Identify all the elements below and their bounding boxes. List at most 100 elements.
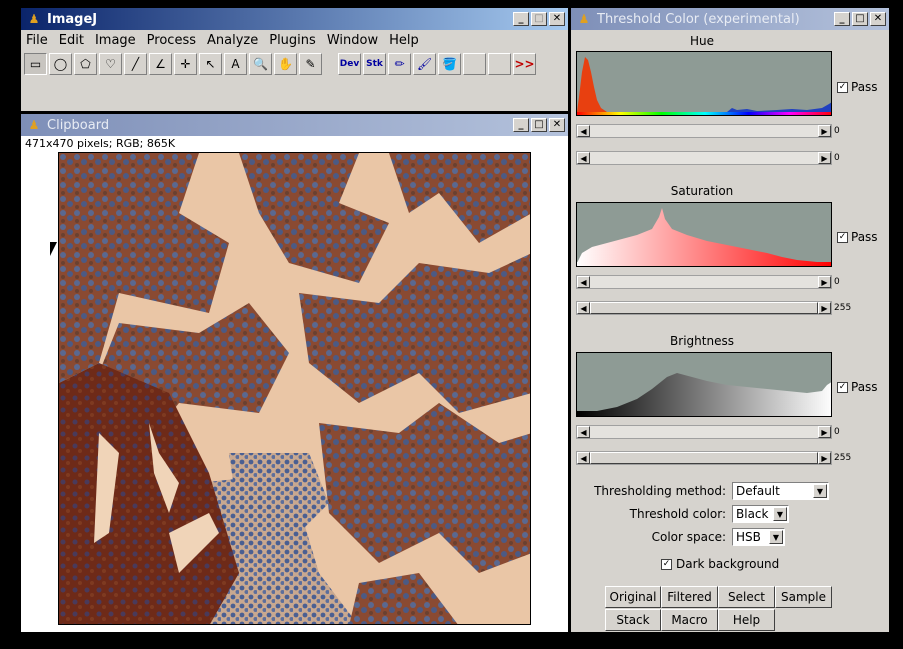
- minimize-button[interactable]: _: [513, 12, 529, 26]
- image-info: 471x470 pixels; RGB; 865K: [25, 137, 176, 150]
- menu-help[interactable]: Help: [384, 33, 425, 48]
- clipboard-close-button[interactable]: ✕: [549, 118, 565, 132]
- dark-background-checkbox[interactable]: ✓ Dark background: [661, 557, 779, 571]
- clipboard-maximize-button[interactable]: □: [531, 118, 547, 132]
- brightness-label: Brightness: [670, 334, 734, 348]
- clipboard-titlebar[interactable]: ♟ Clipboard _ □ ✕: [21, 114, 568, 136]
- flood-fill-icon[interactable]: 🪣: [438, 53, 461, 75]
- freehand-tool[interactable]: ♡: [99, 53, 122, 75]
- point-tool[interactable]: ✛: [174, 53, 197, 75]
- hue-pass-checkbox[interactable]: ✓ Pass: [837, 80, 878, 94]
- menu-window[interactable]: Window: [322, 33, 384, 48]
- clipboard-window: ♟ Clipboard _ □ ✕ 471x470 pixels; RGB; 8…: [21, 114, 568, 632]
- saturation-min-left-arrow-icon[interactable]: ◀: [577, 276, 590, 288]
- brightness-max-slider[interactable]: ◀ ▶: [576, 451, 832, 465]
- empty-tool-2[interactable]: [488, 53, 511, 75]
- color-space-row: Color space: HSB ▼: [571, 528, 889, 546]
- dropper-tool-icon: ✎: [305, 57, 316, 71]
- threshold-color-select[interactable]: Black ▼: [732, 505, 789, 523]
- text-tool[interactable]: A: [224, 53, 247, 75]
- saturation-min-right-arrow-icon[interactable]: ▶: [818, 276, 831, 288]
- menu-edit[interactable]: Edit: [54, 33, 90, 48]
- saturation-max-thumb[interactable]: [590, 302, 818, 314]
- saturation-min-slider[interactable]: ◀ ▶: [576, 275, 832, 289]
- imagej-titlebar[interactable]: ♟ ImageJ _ □ ✕: [21, 8, 568, 30]
- hue-min-left-arrow-icon[interactable]: ◀: [577, 125, 590, 137]
- hue-pass-label: Pass: [851, 80, 878, 94]
- threshold-close-button[interactable]: ✕: [870, 12, 886, 26]
- hue-max-right-arrow-icon[interactable]: ▶: [818, 152, 831, 164]
- sample-button[interactable]: Sample: [775, 586, 832, 608]
- menu-file[interactable]: File: [21, 33, 54, 48]
- threshold-minimize-button[interactable]: _: [834, 12, 850, 26]
- wand-tool-icon: ↖: [205, 57, 216, 71]
- threshold-color-row: Threshold color: Black ▼: [571, 505, 889, 523]
- saturation-pass-check-icon: ✓: [837, 231, 848, 243]
- brush-icon[interactable]: 🖌: [413, 53, 436, 75]
- macro-button[interactable]: Macro: [661, 609, 718, 631]
- polygon-tool[interactable]: ⬠: [74, 53, 97, 75]
- thresholding-method-select[interactable]: Default ▼: [732, 482, 829, 500]
- color-space-select[interactable]: HSB ▼: [732, 528, 785, 546]
- more-tools-button[interactable]: >>: [513, 53, 536, 75]
- brightness-max-value: 255: [834, 453, 852, 463]
- close-button[interactable]: ✕: [549, 12, 565, 26]
- maximize-button[interactable]: □: [531, 12, 547, 26]
- brightness-max-thumb[interactable]: [590, 452, 818, 464]
- thresholding-method-row: Thresholding method: Default ▼: [571, 482, 889, 500]
- chevron-down-icon: ▼: [769, 530, 783, 544]
- threshold-window: ♟ Threshold Color (experimental) _ □ ✕ H…: [571, 8, 889, 632]
- help-button[interactable]: Help: [718, 609, 775, 631]
- hue-label: Hue: [689, 34, 714, 48]
- threshold-microscope-icon: ♟: [578, 12, 590, 26]
- stack-button[interactable]: Stack: [605, 609, 661, 631]
- color-space-label: Color space:: [651, 530, 726, 544]
- chevron-down-icon: ▼: [813, 484, 827, 498]
- select-button[interactable]: Select: [718, 586, 775, 608]
- brightness-min-slider[interactable]: ◀ ▶: [576, 425, 832, 439]
- image-canvas[interactable]: [58, 152, 531, 625]
- magnifier-tool-icon: 🔍: [253, 57, 268, 71]
- scroll-tool[interactable]: ✋: [274, 53, 297, 75]
- menu-process[interactable]: Process: [142, 33, 202, 48]
- menu-plugins[interactable]: Plugins: [264, 33, 322, 48]
- original-button[interactable]: Original: [605, 586, 661, 608]
- brightness-pass-checkbox[interactable]: ✓ Pass: [837, 380, 878, 394]
- brightness-max-left-arrow-icon[interactable]: ◀: [577, 452, 590, 464]
- wand-tool[interactable]: ↖: [199, 53, 222, 75]
- dropper-tool[interactable]: ✎: [299, 53, 322, 75]
- threshold-maximize-button[interactable]: □: [852, 12, 868, 26]
- dark-background-check-icon: ✓: [661, 558, 672, 570]
- hue-max-slider[interactable]: ◀ ▶: [576, 151, 832, 165]
- empty-tool-1[interactable]: [463, 53, 486, 75]
- brightness-min-left-arrow-icon[interactable]: ◀: [577, 426, 590, 438]
- rectangle-tool[interactable]: ▭: [24, 53, 47, 75]
- hue-min-right-arrow-icon[interactable]: ▶: [818, 125, 831, 137]
- hue-max-left-arrow-icon[interactable]: ◀: [577, 152, 590, 164]
- clipboard-minimize-button[interactable]: _: [513, 118, 529, 132]
- saturation-pass-checkbox[interactable]: ✓ Pass: [837, 230, 878, 244]
- hue-histogram: [576, 51, 832, 116]
- menu-image[interactable]: Image: [90, 33, 142, 48]
- hue-max-value: 0: [834, 153, 840, 163]
- dev-button[interactable]: Dev: [338, 53, 361, 75]
- saturation-max-slider[interactable]: ◀ ▶: [576, 301, 832, 315]
- line-tool[interactable]: ╱: [124, 53, 147, 75]
- pencil-icon[interactable]: ✏: [388, 53, 411, 75]
- saturation-max-right-arrow-icon[interactable]: ▶: [818, 302, 831, 314]
- brightness-max-right-arrow-icon[interactable]: ▶: [818, 452, 831, 464]
- threshold-titlebar[interactable]: ♟ Threshold Color (experimental) _ □ ✕: [571, 8, 889, 30]
- brightness-min-right-arrow-icon[interactable]: ▶: [818, 426, 831, 438]
- scroll-tool-icon: ✋: [278, 57, 293, 71]
- filtered-button[interactable]: Filtered: [661, 586, 718, 608]
- clipboard-microscope-icon: ♟: [28, 118, 40, 132]
- magnifier-tool[interactable]: 🔍: [249, 53, 272, 75]
- angle-tool[interactable]: ∠: [149, 53, 172, 75]
- saturation-max-left-arrow-icon[interactable]: ◀: [577, 302, 590, 314]
- hue-min-slider[interactable]: ◀ ▶: [576, 124, 832, 138]
- brightness-pass-label: Pass: [851, 380, 878, 394]
- chevron-down-icon: ▼: [773, 507, 787, 521]
- oval-tool[interactable]: ◯: [49, 53, 72, 75]
- menu-analyze[interactable]: Analyze: [202, 33, 264, 48]
- stk-button[interactable]: Stk: [363, 53, 386, 75]
